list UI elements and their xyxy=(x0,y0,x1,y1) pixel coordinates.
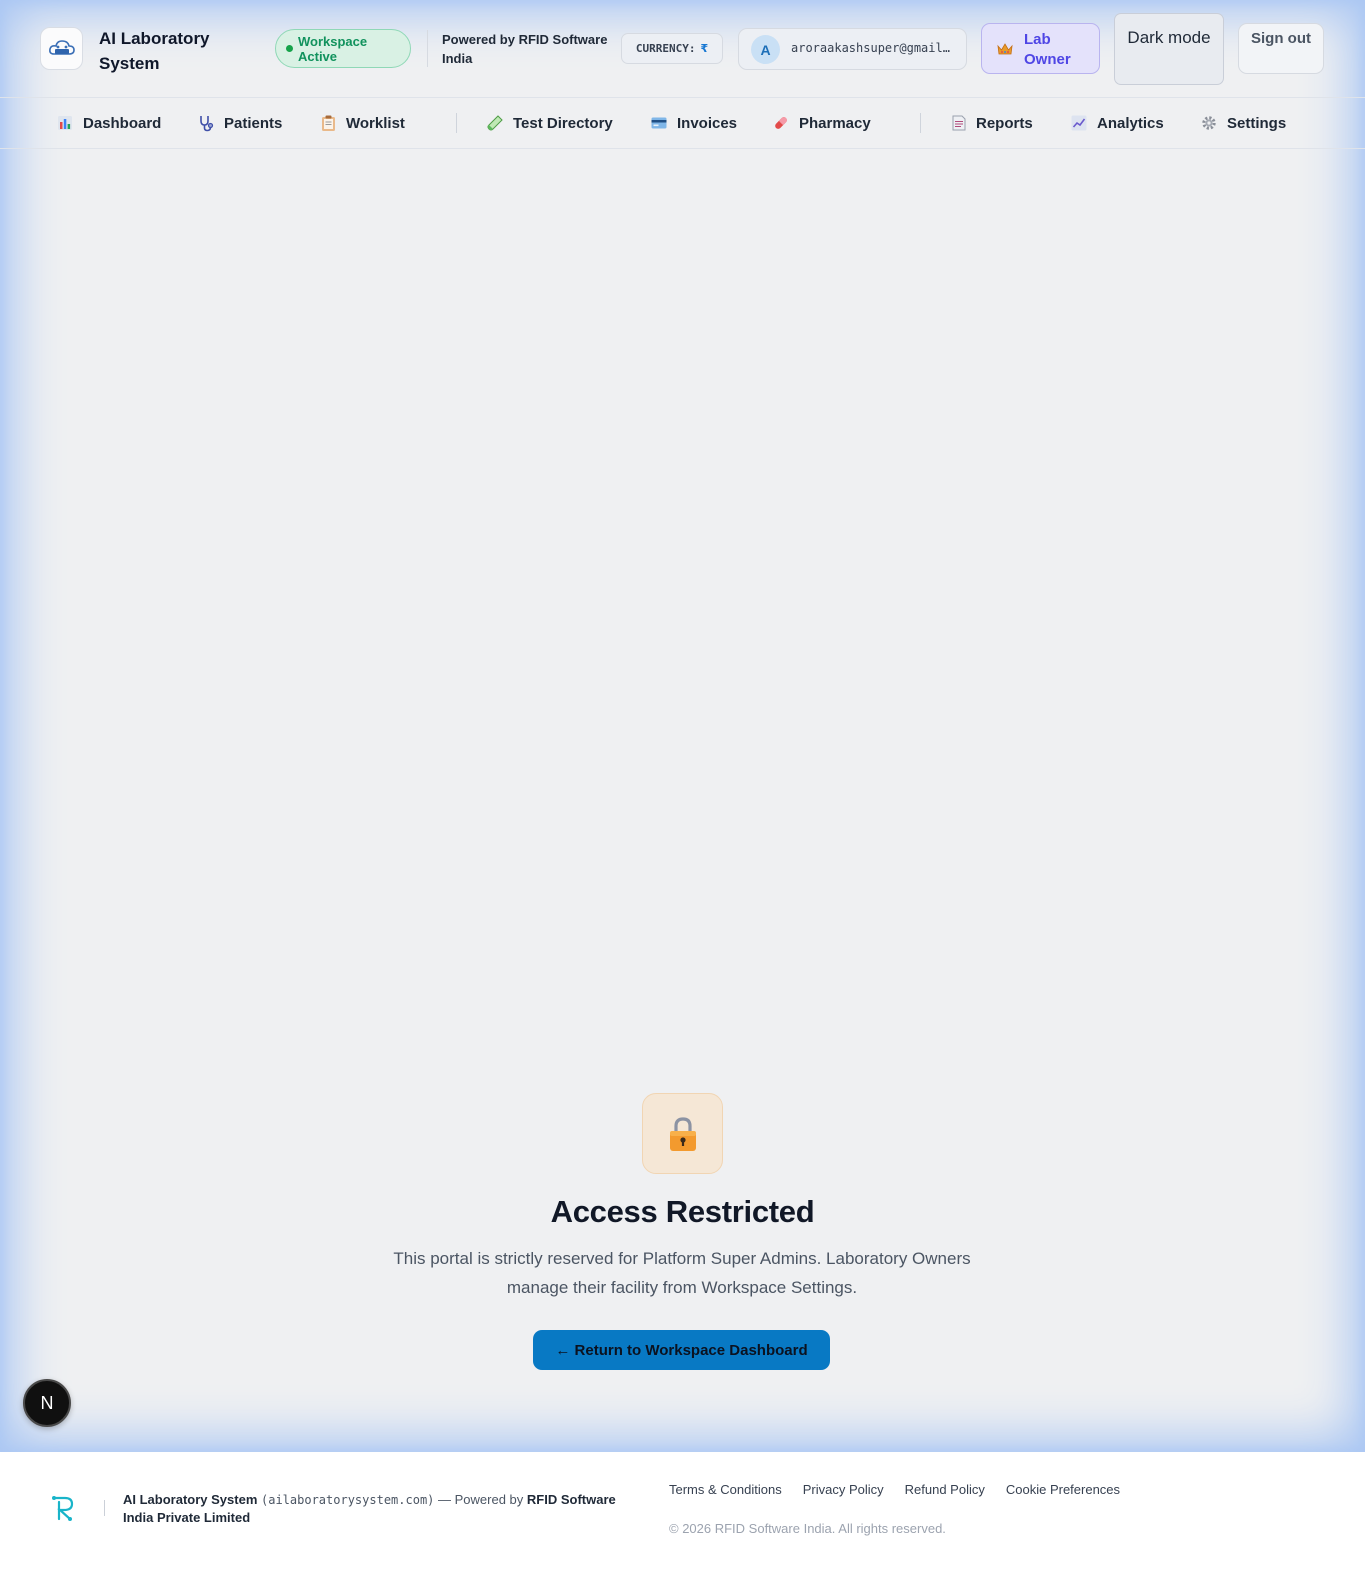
nav-item-worklist[interactable]: Worklist xyxy=(321,112,405,134)
lock-icon xyxy=(669,1116,696,1151)
footer-powered-prefix: — Powered by xyxy=(438,1492,524,1507)
header-divider xyxy=(427,30,428,67)
footer-domain: (ailaboratorysystem.com) xyxy=(261,1493,435,1507)
workspace-status-badge: Workspace Active xyxy=(275,29,411,68)
nav-item-invoices[interactable]: Invoices xyxy=(651,112,737,134)
nav-label: Pharmacy xyxy=(799,114,871,132)
currency-indicator[interactable]: CURRENCY: ₹ xyxy=(621,33,723,64)
nav-item-patients[interactable]: Patients xyxy=(198,112,282,134)
dev-tools-badge[interactable]: N xyxy=(23,1379,71,1427)
nav-divider xyxy=(456,113,457,133)
footer-divider xyxy=(104,1500,105,1516)
nav-label: Worklist xyxy=(346,114,405,132)
footer-links: Terms & Conditions Privacy Policy Refund… xyxy=(669,1482,1120,1497)
crown-icon xyxy=(997,43,1013,55)
gear-icon xyxy=(1202,116,1216,130)
page-title: Access Restricted xyxy=(550,1194,815,1229)
nav-label: Test Directory xyxy=(513,114,613,132)
app-frame: AI Laboratory System Workspace Active Po… xyxy=(0,0,1365,1452)
nav-item-analytics[interactable]: Analytics xyxy=(1071,112,1164,134)
return-to-dashboard-button[interactable]: ← Return to Workspace Dashboard xyxy=(533,1330,830,1370)
nav-label: Analytics xyxy=(1097,114,1164,132)
sign-out-button[interactable]: Sign out xyxy=(1238,23,1324,74)
role-label: Lab Owner xyxy=(1024,31,1071,68)
currency-symbol: ₹ xyxy=(700,42,709,55)
nav-item-test-directory[interactable]: Test Directory xyxy=(487,112,613,134)
nav-divider xyxy=(920,113,921,133)
main-nav: Dashboard Patients Worklist Test Directo… xyxy=(0,98,1365,149)
app-logo[interactable] xyxy=(40,27,83,70)
status-dot-icon xyxy=(286,45,293,52)
copyright-text: © 2026 RFID Software India. All rights r… xyxy=(669,1521,946,1536)
cookie-preferences-link[interactable]: Cookie Preferences xyxy=(1006,1482,1120,1497)
bar-chart-icon xyxy=(58,116,72,130)
footer-attribution: AI Laboratory System (ailaboratorysystem… xyxy=(123,1491,643,1527)
currency-label: CURRENCY: xyxy=(635,42,696,55)
ai-lab-cloud-logo-icon xyxy=(48,39,75,55)
avatar: A xyxy=(751,35,780,64)
user-email: aroraakashsuper@gmail.com xyxy=(791,41,955,55)
top-header: AI Laboratory System Workspace Active Po… xyxy=(0,0,1365,98)
nav-item-pharmacy[interactable]: Pharmacy xyxy=(773,112,871,134)
powered-by-text: Powered by RFID Software India xyxy=(442,32,608,66)
role-lab-owner-button[interactable]: Lab Owner xyxy=(981,23,1100,74)
test-tube-icon xyxy=(487,115,503,131)
workspace-status-text: Workspace Active xyxy=(298,34,368,64)
nav-label: Dashboard xyxy=(83,114,162,132)
pill-icon xyxy=(775,117,787,129)
nav-label: Patients xyxy=(224,114,283,132)
stethoscope-icon xyxy=(200,115,214,131)
privacy-link[interactable]: Privacy Policy xyxy=(803,1482,884,1497)
credit-card-icon xyxy=(651,117,667,129)
nav-label: Reports xyxy=(976,114,1033,132)
nav-item-reports[interactable]: Reports xyxy=(952,112,1033,134)
nav-label: Settings xyxy=(1227,114,1287,132)
app-title: AI Laboratory System xyxy=(99,29,210,73)
user-account-pill[interactable]: A aroraakashsuper@gmail.com xyxy=(738,28,967,70)
access-message: This portal is strictly reserved for Pla… xyxy=(393,1249,971,1297)
footer: AI Laboratory System (ailaboratorysystem… xyxy=(0,1452,1365,1570)
nav-label: Invoices xyxy=(677,114,738,132)
document-icon xyxy=(952,115,966,131)
nav-item-dashboard[interactable]: Dashboard xyxy=(57,112,161,134)
rfid-r-logo-icon xyxy=(52,1496,74,1521)
refund-link[interactable]: Refund Policy xyxy=(905,1482,985,1497)
nav-item-settings[interactable]: Settings xyxy=(1201,112,1286,134)
lock-badge xyxy=(642,1093,723,1174)
clipboard-icon xyxy=(322,115,335,131)
terms-link[interactable]: Terms & Conditions xyxy=(669,1482,782,1497)
dark-mode-button[interactable]: Dark mode xyxy=(1114,13,1224,85)
trend-chart-icon xyxy=(1071,115,1087,131)
footer-brand: AI Laboratory System xyxy=(123,1492,258,1507)
